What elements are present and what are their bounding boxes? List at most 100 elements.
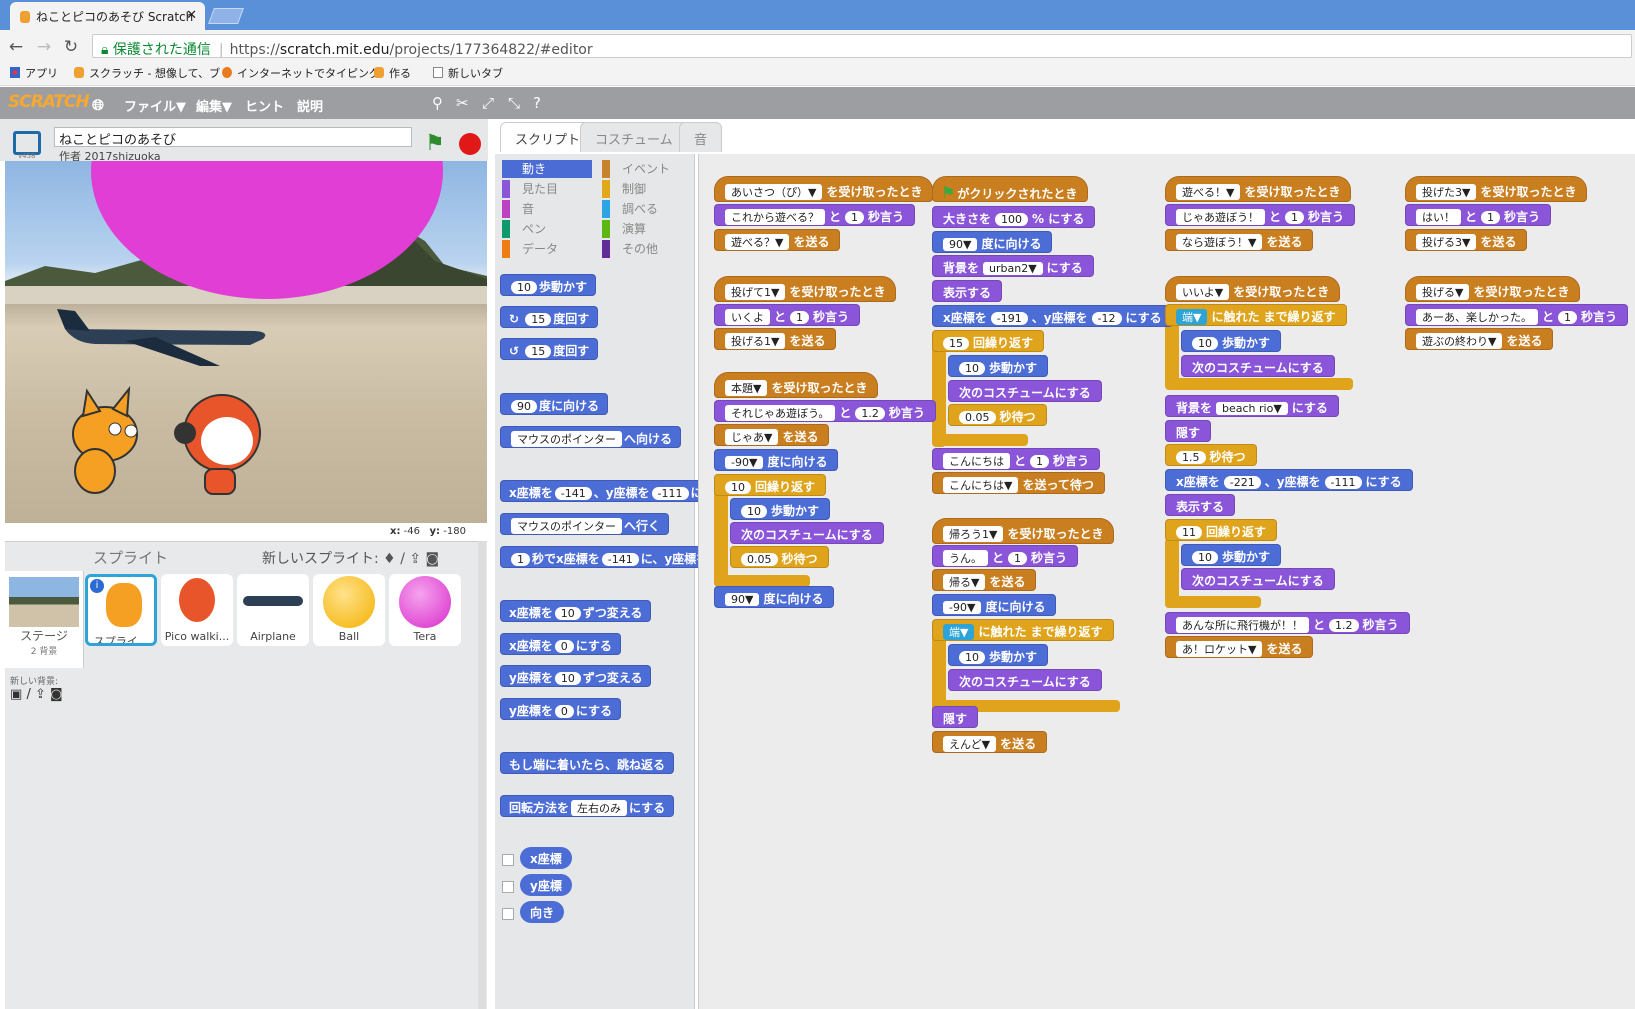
sprite-card-pico[interactable]: Pico walki... xyxy=(161,574,233,646)
palette-goto-block[interactable]: マウスのポインター へ行く xyxy=(500,513,670,535)
bookmark-create[interactable]: 作る xyxy=(374,65,411,81)
palette-change-y-block[interactable]: y座標を 10 ずつ変える xyxy=(500,665,652,687)
looks-block[interactable]: 背景を beach rio▼ にする xyxy=(1165,395,1339,417)
bookmark-scratch[interactable]: スクラッチ - 想像して、ブ xyxy=(74,65,220,81)
menu-about[interactable]: 説明 xyxy=(297,96,323,115)
category-data[interactable]: データ xyxy=(502,240,592,258)
bookmark-typing[interactable]: インターネットでタイピング xyxy=(222,65,380,81)
control-block[interactable]: 15 回繰り返す xyxy=(932,330,1045,352)
palette-glide-block[interactable]: 1 秒でx座標を -141 に、y座標を xyxy=(500,546,704,568)
choose-sprite-icon[interactable]: ♦ xyxy=(383,551,396,567)
sprite-pane-scrollbar[interactable] xyxy=(478,541,486,1009)
motion-block[interactable]: 10 歩動かす xyxy=(948,355,1049,377)
tab-costumes[interactable]: コスチューム xyxy=(580,122,688,152)
palette-move-block[interactable]: 10 歩動かす xyxy=(500,274,597,296)
bookmark-apps[interactable]: アプリ xyxy=(10,65,58,81)
forward-arrow-icon[interactable]: → xyxy=(34,37,54,57)
looks-block[interactable]: うん。と 1 秒言う xyxy=(932,545,1079,567)
motion-block[interactable]: 90▼ 度に向ける xyxy=(714,586,835,608)
shrink-icon[interactable]: ⤡ xyxy=(508,94,520,112)
looks-block[interactable]: それじゃあ遊ぼう。と 1.2 秒言う xyxy=(714,400,936,422)
hat-block[interactable]: 本題▼ を受け取ったとき xyxy=(714,372,879,398)
camera-sprite-icon[interactable]: ◙ xyxy=(426,551,440,567)
help-icon[interactable]: ? xyxy=(533,94,541,112)
motion-block[interactable]: -90▼ 度に向ける xyxy=(932,594,1057,616)
project-title-input[interactable]: ねことピコのあそび xyxy=(54,127,412,148)
category-motion[interactable]: 動き xyxy=(502,160,592,178)
control-block[interactable]: 10 回繰り返す xyxy=(714,474,827,496)
looks-block[interactable]: 次のコスチュームにする xyxy=(1181,568,1335,590)
control-block[interactable]: 11 回繰り返す xyxy=(1165,519,1278,541)
upload-sprite-icon[interactable]: ⇪ xyxy=(409,551,421,567)
language-globe-icon[interactable]: 🌐︎ xyxy=(92,96,104,114)
palette-rotation-style-block[interactable]: 回転方法を 左右のみ にする xyxy=(500,795,675,817)
reload-icon[interactable]: ↻ xyxy=(61,37,81,57)
looks-block[interactable]: 表示する xyxy=(1165,494,1236,516)
palette-y-position-reporter[interactable]: y座標 xyxy=(520,874,572,896)
camera-backdrop-icon[interactable]: ◙ xyxy=(50,687,63,702)
hat-block[interactable]: あいさつ（ぴ）▼ を受け取ったとき xyxy=(714,176,934,202)
upload-backdrop-icon[interactable]: ⇪ xyxy=(35,687,46,702)
events-block[interactable]: なら遊ぼう！▼ を送る xyxy=(1165,229,1314,251)
category-pen[interactable]: ペン xyxy=(502,220,592,238)
browser-tab[interactable]: ねことピコのあそび Scratch ✕ xyxy=(10,2,205,30)
palette-turn-cw-block[interactable]: ↻ 15 度回す xyxy=(500,306,599,328)
motion-block[interactable]: 90▼ 度に向ける xyxy=(932,231,1053,253)
motion-block[interactable]: 10 歩動かす xyxy=(1181,544,1282,566)
looks-block[interactable]: いくよと 1 秒言う xyxy=(714,304,861,326)
tab-sounds[interactable]: 音 xyxy=(679,122,723,152)
category-sound[interactable]: 音 xyxy=(502,200,592,218)
looks-block[interactable]: 次のコスチュームにする xyxy=(730,522,884,544)
delete-scissors-icon[interactable]: ✂ xyxy=(456,94,469,112)
events-block[interactable]: 帰る▼ を送る xyxy=(932,569,1037,591)
sprite-card-airplane[interactable]: Airplane xyxy=(237,574,309,646)
motion-block[interactable]: x座標を -191 、y座標を -12 にする xyxy=(932,305,1173,327)
category-control[interactable]: 制御 xyxy=(602,180,692,198)
new-tab-button[interactable] xyxy=(208,8,244,24)
palette-bounce-block[interactable]: もし端に着いたら、跳ね返る xyxy=(500,752,675,774)
hat-block[interactable]: 投げた3▼ を受け取ったとき xyxy=(1405,176,1588,202)
y-position-checkbox[interactable] xyxy=(502,881,514,893)
control-block[interactable]: 1.5 秒待つ xyxy=(1165,444,1257,466)
grow-icon[interactable]: ⤢ xyxy=(482,94,494,112)
hat-block[interactable]: 遊べる！▼ を受け取ったとき xyxy=(1165,176,1352,202)
events-block[interactable]: 遊べる？▼ を送る xyxy=(714,229,841,251)
hat-block[interactable]: いいよ▼ を受け取ったとき xyxy=(1165,276,1341,302)
palette-turn-ccw-block[interactable]: ↺ 15 度回す xyxy=(500,338,599,360)
motion-block[interactable]: -90▼ 度に向ける xyxy=(714,449,839,471)
control-block[interactable]: 端▼ に触れた まで繰り返す xyxy=(932,619,1114,641)
hat-block[interactable]: 投げて1▼ を受け取ったとき xyxy=(714,276,897,302)
motion-block[interactable]: 10 歩動かす xyxy=(948,644,1049,666)
palette-goto-xy-block[interactable]: x座標を -141 、y座標を -111 に xyxy=(500,480,704,502)
info-icon[interactable]: i xyxy=(90,579,104,593)
close-tab-icon[interactable]: ✕ xyxy=(186,8,197,23)
stop-sign-icon[interactable] xyxy=(459,133,481,155)
duplicate-stamp-icon[interactable]: ⚲ xyxy=(432,94,443,112)
looks-block[interactable]: 隠す xyxy=(1165,420,1212,442)
looks-block[interactable]: こんにちはと 1 秒言う xyxy=(932,448,1101,470)
looks-block[interactable]: 背景を urban2▼ にする xyxy=(932,255,1094,277)
control-block[interactable]: 端▼ に触れた まで繰り返す xyxy=(1165,304,1347,326)
paint-backdrop-icon[interactable]: / xyxy=(26,687,30,702)
back-arrow-icon[interactable]: ← xyxy=(6,37,26,57)
palette-set-y-block[interactable]: y座標を 0 にする xyxy=(500,698,621,720)
control-block[interactable]: 0.05 秒待つ xyxy=(948,404,1047,426)
events-block[interactable]: 遊ぶの終わり▼ を送る xyxy=(1405,328,1554,350)
sprite-card-cat[interactable]: i スプライ... xyxy=(85,574,157,646)
menu-file[interactable]: ファイル▼ xyxy=(124,96,186,115)
palette-set-x-block[interactable]: x座標を 0 にする xyxy=(500,633,621,655)
motion-block[interactable]: x座標を -221 、y座標を -111 にする xyxy=(1165,469,1413,491)
events-block[interactable]: えんど▼ を送る xyxy=(932,731,1048,753)
sprite-card-tera[interactable]: Tera xyxy=(389,574,461,646)
looks-block[interactable]: 隠す xyxy=(932,706,979,728)
hat-block[interactable]: ⚑ がクリックされたとき xyxy=(932,176,1089,202)
paint-sprite-icon[interactable]: / xyxy=(400,551,405,567)
stage-canvas[interactable] xyxy=(5,161,487,523)
category-events[interactable]: イベント xyxy=(602,160,692,178)
looks-block[interactable]: 大きさを 100% にする xyxy=(932,206,1096,228)
palette-point-towards-block[interactable]: マウスのポインター へ向ける xyxy=(500,426,682,448)
menu-edit[interactable]: 編集▼ xyxy=(196,96,232,115)
looks-block[interactable]: あんな所に飛行機が！！ と 1.2 秒言う xyxy=(1165,612,1410,634)
looks-block[interactable]: 次のコスチュームにする xyxy=(948,380,1102,402)
events-block[interactable]: こんにちは▼ を送って待つ xyxy=(932,472,1105,494)
